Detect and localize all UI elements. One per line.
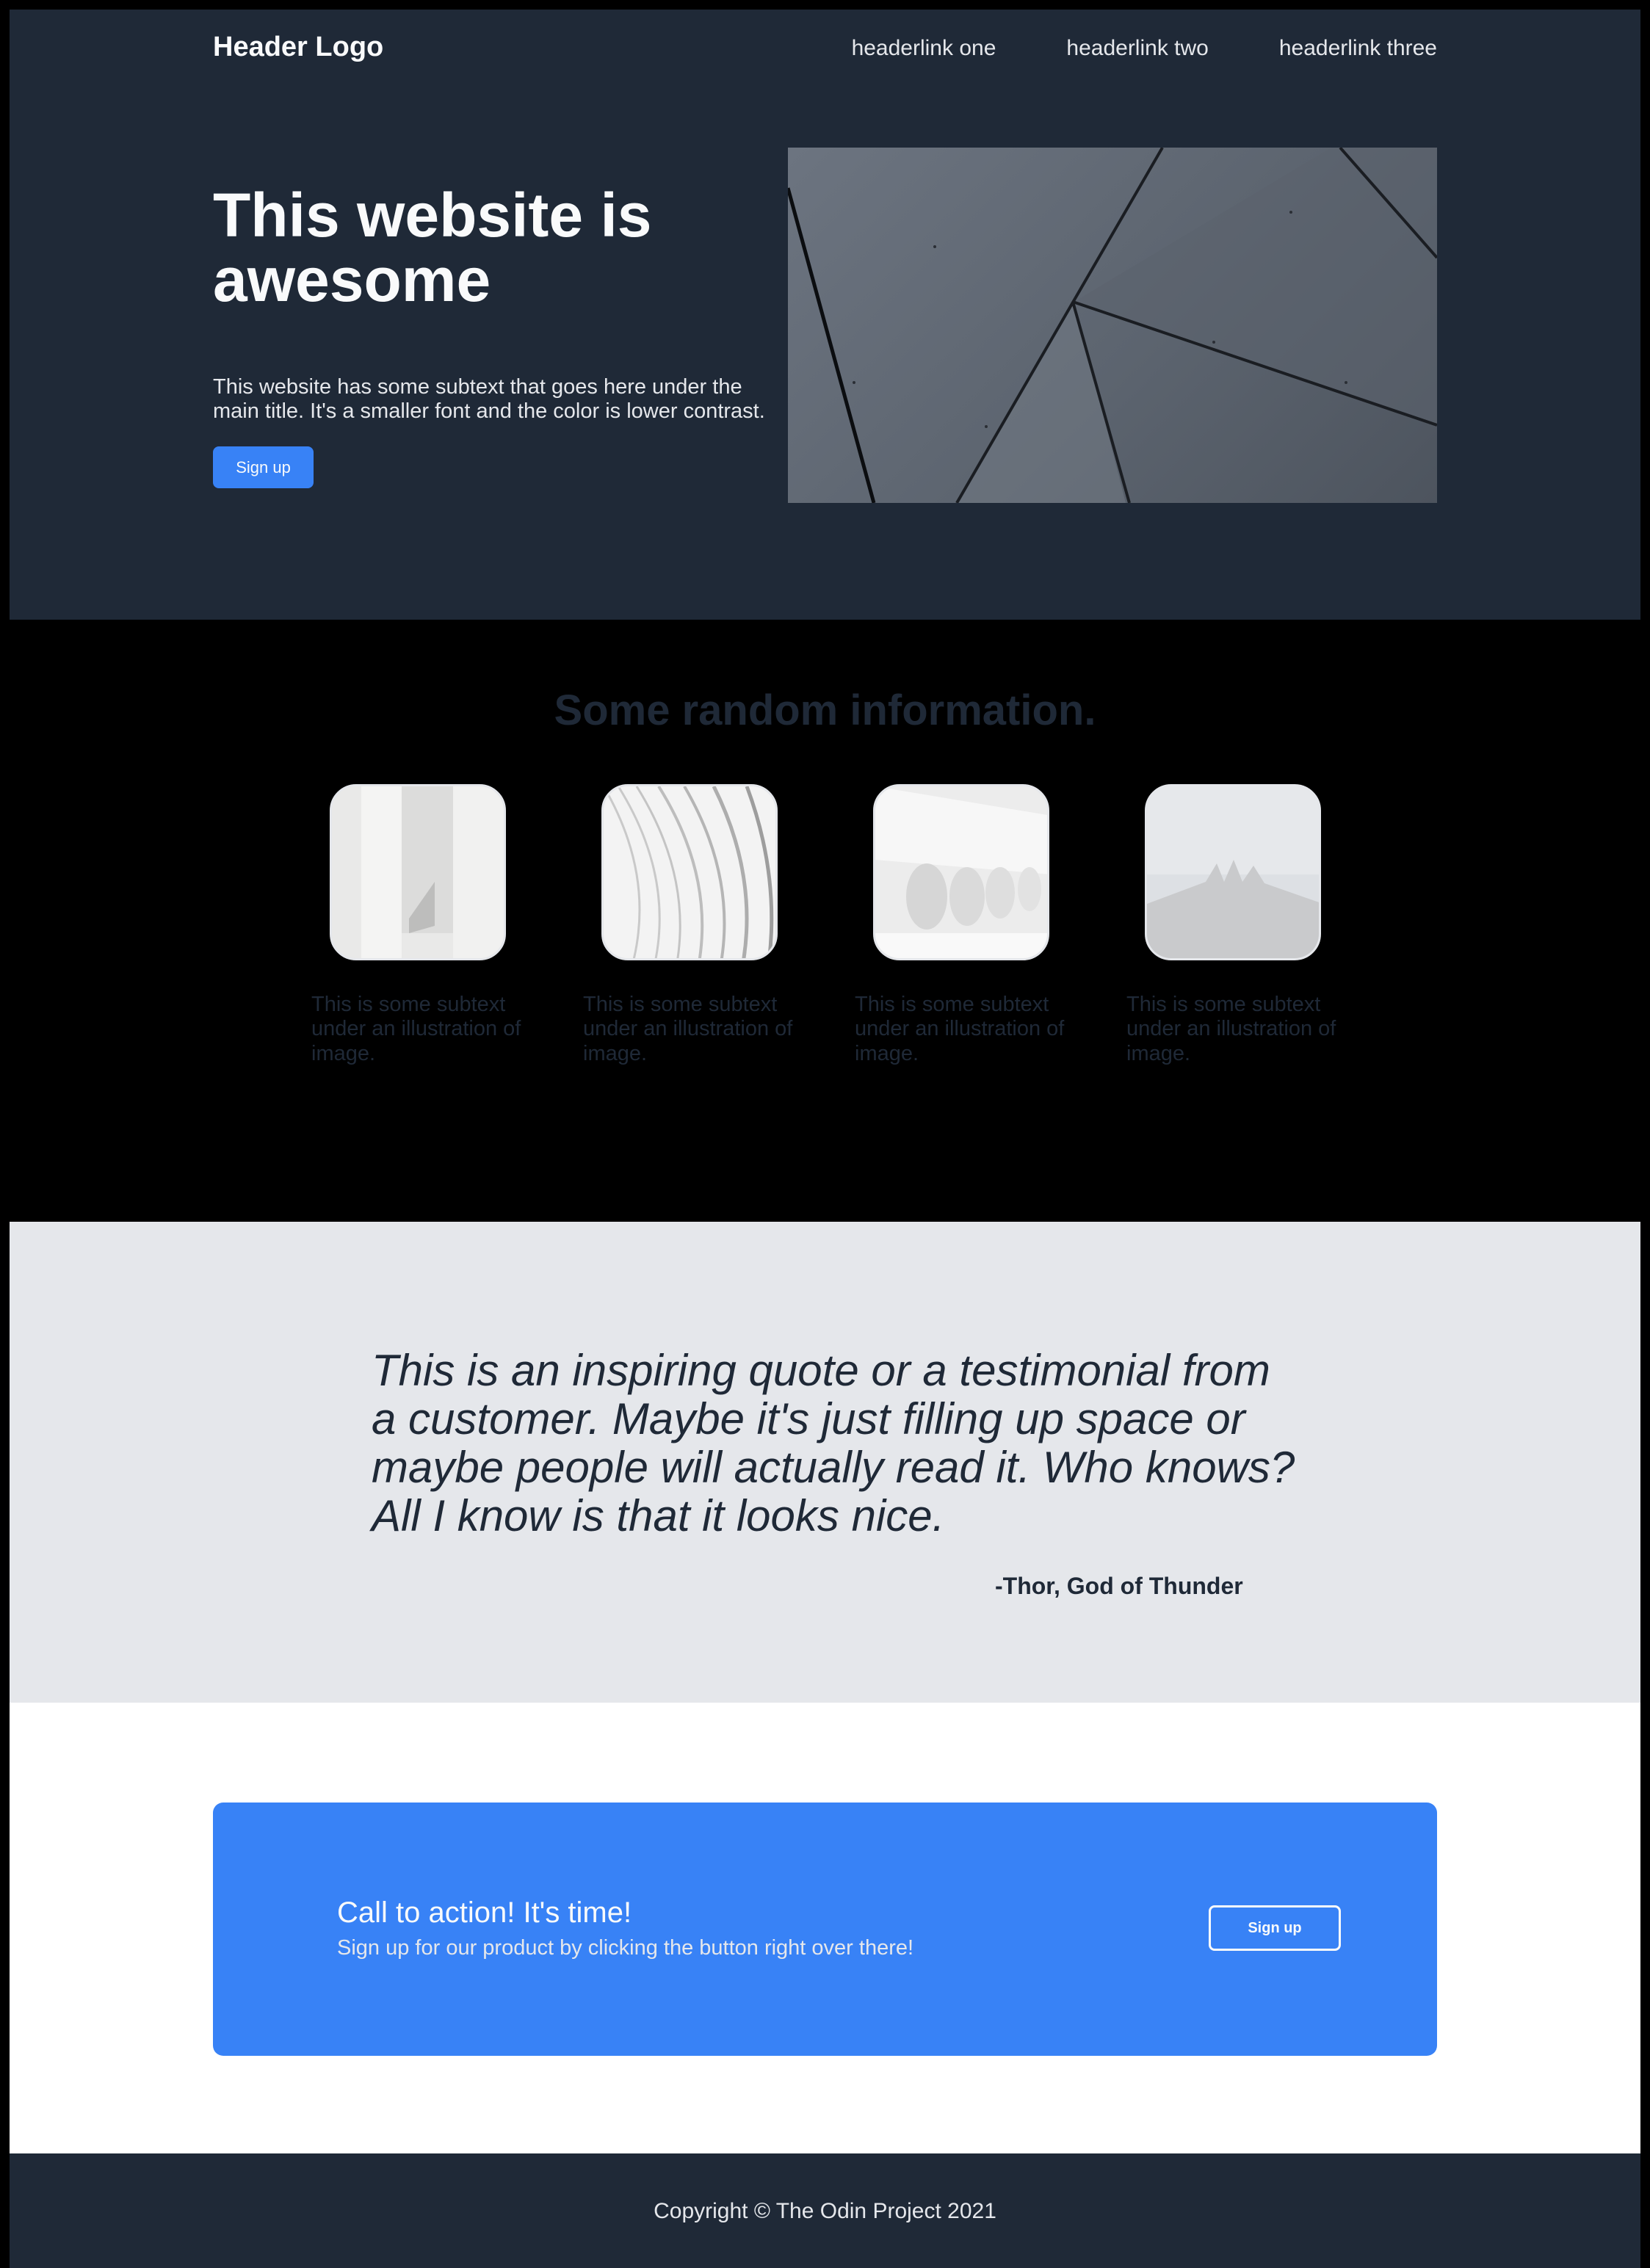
card-image-white-room [330,784,506,960]
nav-link-two[interactable]: headerlink two [1066,36,1208,61]
info-card: This is some subtext under an illustrati… [583,784,796,1066]
quote-text: This is an inspiring quote or a testimon… [372,1346,1295,1540]
info-card: This is some subtext under an illustrati… [311,784,524,1066]
card-image-white-ribs [601,784,778,960]
info-card: This is some subtext under an illustrati… [1126,784,1339,1066]
info-section: Some random information. This is some su… [10,620,1640,1222]
quote-section: This is an inspiring quote or a testimon… [10,1222,1640,1703]
card-subtext: This is some subtext under an illustrati… [855,993,1065,1065]
info-card: This is some subtext under an illustrati… [855,784,1068,1066]
info-title: Some random information. [554,686,1096,734]
cta-signup-button[interactable]: Sign up [1209,1905,1341,1951]
cta-subtext: Sign up for our product by clicking the … [337,1936,914,1960]
hero-title: This website is awesome [213,181,652,315]
page: Header Logo headerlink one headerlink tw… [10,10,1640,2268]
card-subtext: This is some subtext under an illustrati… [1126,993,1336,1065]
cta-section: Call to action! It's time! Sign up for o… [10,1703,1640,2153]
header-logo[interactable]: Header Logo [213,32,383,63]
hero-subtext: This website has some subtext that goes … [213,375,765,424]
quote-author: -Thor, God of Thunder [995,1573,1243,1599]
nav-link-three[interactable]: headerlink three [1279,36,1437,61]
card-subtext: This is some subtext under an illustrati… [583,993,793,1065]
hero-signup-button[interactable]: Sign up [213,446,314,488]
card-image-white-arches [873,784,1049,960]
header-nav: headerlink one headerlink two headerlink… [852,36,1437,61]
card-image-white-tent [1145,784,1321,960]
card-subtext: This is some subtext under an illustrati… [311,993,521,1065]
cta-title: Call to action! It's time! [337,1896,632,1929]
info-cards: This is some subtext under an illustrati… [311,784,1339,1066]
architecture-panels-illustration [788,148,1437,503]
cta-box: Call to action! It's time! Sign up for o… [213,1803,1437,2056]
footer: Copyright © The Odin Project 2021 [10,2153,1640,2268]
footer-copyright: Copyright © The Odin Project 2021 [654,2199,996,2223]
hero-image [788,148,1437,503]
hero-section: Header Logo headerlink one headerlink tw… [10,10,1640,620]
nav-link-one[interactable]: headerlink one [852,36,996,61]
